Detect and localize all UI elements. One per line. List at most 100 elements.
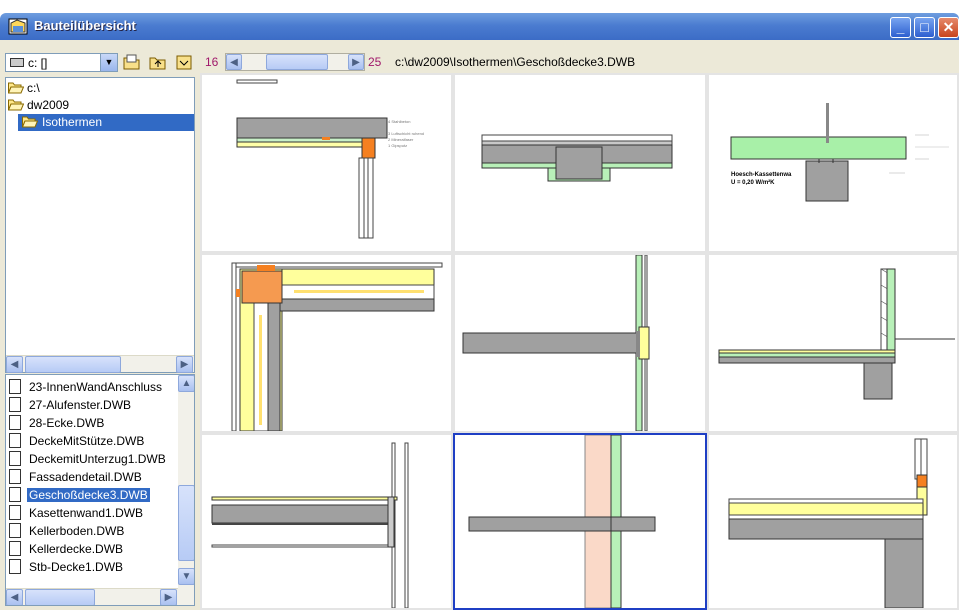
scroll-thumb[interactable] (25, 356, 121, 373)
folder-open-icon (22, 116, 38, 128)
file-item-label: Fassadendetail.DWB (29, 470, 142, 484)
folder-tree: c:\ dw2009 Isothermen ◀ ▶ (5, 77, 195, 373)
file-item[interactable]: Kellerboden.DWB (8, 522, 178, 540)
scroll-down-icon[interactable]: ▼ (178, 568, 194, 585)
thumbnail-grid: 4 Stahlbeton 3 Luftschicht ruhend 2 Mine… (200, 73, 959, 610)
file-horizontal-scrollbar[interactable]: ◀ ▶ (6, 588, 178, 605)
folder-down-icon[interactable] (175, 54, 193, 71)
thumbnail-9[interactable] (707, 433, 959, 610)
thumbnail-2[interactable] (453, 73, 707, 253)
navigation-bar: 16 ◀ ▶ 25 c:\dw2009\Isothermen\Geschoßde… (205, 53, 955, 73)
thumbnail-5[interactable] (453, 253, 707, 433)
thumbnail-6[interactable] (707, 253, 959, 433)
thumbnail-1[interactable]: 4 Stahlbeton 3 Luftschicht ruhend 2 Mine… (200, 73, 453, 253)
file-item-label: Kasettenwand1.DWB (29, 506, 144, 520)
file-icon (9, 397, 21, 412)
file-item-label: Stb-Decke1.DWB (29, 560, 124, 574)
tree-item[interactable]: c:\ (8, 80, 168, 97)
file-item-selected[interactable]: Geschoßdecke3.DWB (8, 486, 178, 504)
detail-drawing (728, 438, 928, 608)
scroll-left-icon[interactable]: ◀ (6, 589, 23, 605)
layer-note: 4 Stahlbeton (388, 119, 410, 124)
drive-toolbar: c: [] ▼ (5, 53, 195, 73)
drive-select[interactable]: c: [] ▼ (5, 53, 118, 72)
file-item[interactable]: Fassadendetail.DWB (8, 468, 178, 486)
detail-drawing (468, 435, 656, 608)
detail-drawing: 4 Stahlbeton 3 Luftschicht ruhend 2 Mine… (236, 79, 424, 239)
file-icon (9, 523, 21, 538)
drive-icon (10, 58, 24, 67)
file-icon (9, 379, 21, 394)
file-item-label: DeckemitUnterzug1.DWB (29, 452, 166, 466)
file-list: 23-InnenWandAnschluss 27-Alufenster.DWB 28… (5, 374, 195, 606)
file-item[interactable]: Kellerdecke.DWB (8, 540, 178, 558)
file-item-label: Geschoßdecke3.DWB (27, 488, 150, 502)
minimize-button[interactable]: _ (890, 17, 911, 38)
close-button[interactable]: ✕ (938, 17, 959, 38)
file-icon (9, 505, 21, 520)
title-bar[interactable]: Bauteilübersicht _ □ ✕ (0, 13, 959, 40)
layer-note: 2 Mineralfaser (388, 137, 414, 142)
file-item-label: 27-Alufenster.DWB (29, 398, 132, 412)
file-item-label: DeckeMitStütze.DWB (29, 434, 145, 448)
maximize-icon: □ (920, 19, 929, 35)
tree-item-selected[interactable]: Isothermen (18, 114, 194, 131)
file-item-label: Kellerboden.DWB (29, 524, 125, 538)
file-item-label: 28-Ecke.DWB (29, 416, 105, 430)
detail-drawing (462, 255, 650, 431)
range-end: 25 (368, 55, 382, 69)
detail-drawing: Hoesch-Kassettenwa U = 0,20 W/m²K (730, 103, 949, 202)
current-file-path: c:\dw2009\Isothermen\Geschoßdecke3.DWB (395, 55, 636, 69)
detail-drawing (231, 262, 443, 431)
tree-item[interactable]: dw2009 (8, 97, 168, 114)
drive-value: c: [] (28, 56, 48, 70)
app-icon (8, 18, 28, 35)
file-item[interactable]: Stb-Decke1.DWB (8, 558, 178, 576)
folder-open-icon (8, 82, 24, 94)
file-icon (9, 433, 21, 448)
thumbnail-7[interactable] (200, 433, 453, 610)
file-item[interactable]: DeckeMitStütze.DWB (8, 432, 178, 450)
maximize-button[interactable]: □ (914, 17, 935, 38)
scroll-thumb[interactable] (178, 485, 194, 561)
file-item[interactable]: 27-Alufenster.DWB (8, 396, 178, 414)
scroll-thumb[interactable] (25, 589, 95, 605)
scroll-left-icon[interactable]: ◀ (226, 54, 242, 70)
minimize-icon: _ (896, 19, 905, 35)
tree-horizontal-scrollbar[interactable]: ◀ ▶ (6, 355, 194, 373)
scroll-right-icon[interactable]: ▶ (348, 54, 364, 70)
file-item[interactable]: 23-InnenWandAnschluss (8, 378, 178, 396)
scroll-left-icon[interactable]: ◀ (6, 356, 23, 373)
scroll-up-icon[interactable]: ▲ (178, 375, 194, 392)
tree-item-label: Isothermen (42, 115, 103, 129)
file-icon (9, 559, 21, 574)
file-item[interactable]: DeckemitUnterzug1.DWB (8, 450, 178, 468)
file-icon (9, 451, 21, 466)
client-area: c: [] ▼ c:\ dw2009 Isothermen ◀ ▶ 23-Inn… (0, 40, 959, 610)
folder-open-icon[interactable] (123, 54, 141, 71)
thumbnail-4[interactable] (200, 253, 453, 433)
file-item[interactable]: Kasettenwand1.DWB (8, 504, 178, 522)
page-scrollbar[interactable]: ◀ ▶ (225, 53, 365, 71)
scroll-right-icon[interactable]: ▶ (176, 356, 193, 373)
file-item-label: 23-InnenWandAnschluss (29, 380, 162, 394)
tree-item-label: c:\ (27, 81, 40, 95)
scroll-right-icon[interactable]: ▶ (160, 589, 177, 605)
detail-drawing (211, 442, 409, 608)
scroll-thumb[interactable] (266, 54, 328, 70)
file-item[interactable]: 28-Ecke.DWB (8, 414, 178, 432)
chevron-down-icon[interactable]: ▼ (100, 54, 117, 71)
file-icon (9, 415, 21, 430)
folder-up-icon[interactable] (149, 54, 167, 71)
detail-drawing (718, 268, 955, 400)
detail-u-value: U = 0,20 W/m²K (731, 179, 775, 186)
file-vertical-scrollbar[interactable]: ▲ ▼ (178, 375, 194, 605)
thumbnail-8-selected[interactable] (453, 433, 707, 610)
close-icon: ✕ (942, 19, 955, 35)
layer-note: 1 Gipsputz (388, 143, 407, 148)
folder-open-icon (8, 99, 24, 111)
range-start: 16 (205, 55, 219, 69)
tree-item-label: dw2009 (27, 98, 70, 112)
thumbnail-3[interactable]: Hoesch-Kassettenwa U = 0,20 W/m²K (707, 73, 959, 253)
file-icon (9, 469, 21, 484)
